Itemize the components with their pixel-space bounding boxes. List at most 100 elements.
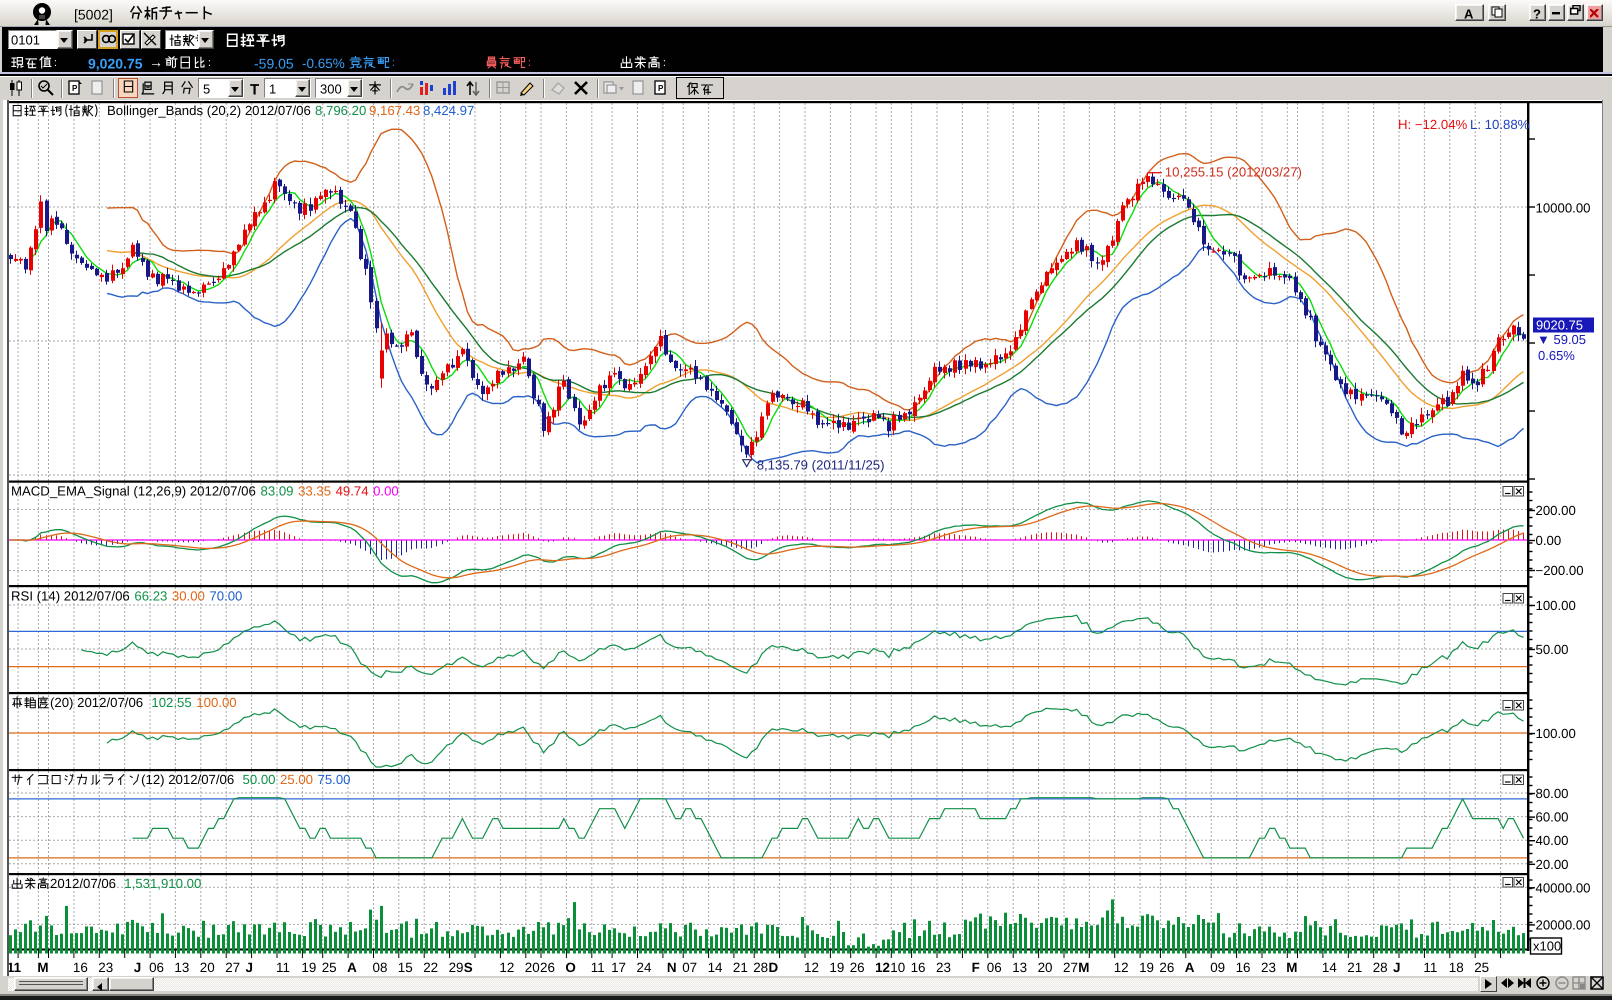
svg-text:11: 11 [1423, 960, 1437, 975]
svg-text:100.00: 100.00 [1536, 598, 1576, 613]
svg-text:100.00: 100.00 [1536, 726, 1576, 741]
svg-text:D: D [769, 960, 779, 975]
svg-text:30.00: 30.00 [172, 588, 205, 603]
svg-text:5: 5 [203, 82, 210, 97]
svg-text:0.65%: 0.65% [1538, 348, 1575, 363]
svg-text:14: 14 [708, 960, 723, 975]
svg-text:M: M [1286, 960, 1297, 975]
svg-text:0101: 0101 [11, 33, 40, 48]
svg-text:2012/07/06: 2012/07/06 [50, 876, 116, 891]
svg-text:9,020.75: 9,020.75 [88, 56, 143, 72]
svg-text:8,135.79 (2011/11/25): 8,135.79 (2011/11/25) [757, 458, 885, 473]
svg-text:?: ? [1533, 7, 1541, 22]
svg-text:49.74: 49.74 [336, 483, 369, 498]
svg-text:12: 12 [875, 960, 890, 975]
svg-text:21: 21 [733, 960, 748, 975]
svg-text:19: 19 [301, 960, 316, 975]
svg-text:Bollinger_Bands (20,2) 2012/07: Bollinger_Bands (20,2) 2012/07/06 [107, 103, 311, 118]
svg-text:11: 11 [7, 960, 22, 975]
svg-text:10,255.15 (2012/03/27): 10,255.15 (2012/03/27) [1165, 165, 1302, 180]
svg-text:1,531,910.00: 1,531,910.00 [124, 876, 201, 891]
svg-text:S: S [464, 960, 473, 975]
svg-text:J: J [1393, 960, 1400, 975]
svg-text:20000.00: 20000.00 [1536, 917, 1591, 932]
svg-text:M: M [1078, 960, 1089, 975]
svg-text:M: M [37, 960, 48, 975]
svg-text:09: 09 [1210, 960, 1225, 975]
svg-text:RSI (14) 2012/07/06: RSI (14) 2012/07/06 [11, 588, 130, 603]
svg-text:20: 20 [1038, 960, 1053, 975]
svg-text:10: 10 [890, 960, 905, 975]
svg-text:9,167.43: 9,167.43 [369, 103, 420, 118]
svg-text:0.00: 0.00 [1536, 533, 1562, 548]
svg-text:−200.00: −200.00 [1536, 563, 1584, 578]
svg-text:▼ 59.05: ▼ 59.05 [1537, 332, 1586, 347]
svg-text:x100: x100 [1533, 939, 1561, 954]
svg-text:-59.05: -59.05 [254, 56, 294, 72]
svg-text:10000.00: 10000.00 [1536, 201, 1591, 216]
svg-text:28: 28 [753, 960, 768, 975]
svg-text:17: 17 [611, 960, 626, 975]
svg-text:(20) 2012/07/06: (20) 2012/07/06 [50, 695, 143, 710]
svg-text:24: 24 [637, 960, 652, 975]
svg-text:T: T [250, 82, 259, 99]
svg-text:9020.75: 9020.75 [1536, 318, 1583, 333]
svg-text:19: 19 [1139, 960, 1154, 975]
svg-text:16: 16 [73, 960, 88, 975]
svg-text:O: O [565, 960, 575, 975]
svg-text:A: A [347, 960, 357, 975]
svg-text:F: F [972, 960, 980, 975]
svg-text:0.00: 0.00 [373, 483, 399, 498]
svg-text:MACD_EMA_Signal (12,26,9) 2012: MACD_EMA_Signal (12,26,9) 2012/07/06 [11, 483, 256, 498]
svg-text:A: A [1464, 7, 1474, 22]
svg-text:70.00: 70.00 [209, 588, 242, 603]
svg-text:25: 25 [1474, 960, 1489, 975]
svg-text:20: 20 [200, 960, 215, 975]
svg-text:200.00: 200.00 [1536, 503, 1576, 518]
svg-text:08: 08 [373, 960, 388, 975]
svg-text:P: P [658, 84, 664, 93]
svg-text:50.00: 50.00 [1536, 642, 1569, 657]
svg-text:23: 23 [936, 960, 951, 975]
svg-text:12: 12 [804, 960, 819, 975]
svg-text:07: 07 [682, 960, 697, 975]
svg-text:23: 23 [98, 960, 113, 975]
svg-text:25.00: 25.00 [280, 772, 313, 787]
svg-text:8,796.20: 8,796.20 [315, 103, 366, 118]
svg-text:300: 300 [320, 82, 342, 97]
svg-text:13: 13 [174, 960, 189, 975]
svg-text:8,424.97: 8,424.97 [423, 103, 474, 118]
svg-text:27: 27 [225, 960, 240, 975]
svg-text:N: N [667, 960, 677, 975]
svg-text:(12) 2012/07/06: (12) 2012/07/06 [141, 772, 234, 787]
svg-text:80.00: 80.00 [1536, 786, 1569, 801]
svg-text:H: −12.04%: H: −12.04% [1398, 117, 1468, 132]
svg-text:L: 10.88%: L: 10.88% [1470, 117, 1530, 132]
svg-text:22: 22 [423, 960, 438, 975]
svg-text:75.00: 75.00 [318, 772, 351, 787]
svg-text:19: 19 [829, 960, 844, 975]
svg-text:16: 16 [911, 960, 926, 975]
svg-text:33.35: 33.35 [298, 483, 331, 498]
svg-text:06: 06 [987, 960, 1002, 975]
svg-text:-0.65%: -0.65% [302, 56, 345, 71]
svg-text:60.00: 60.00 [1536, 810, 1569, 825]
svg-text:83.09: 83.09 [261, 483, 294, 498]
svg-text:21: 21 [1347, 960, 1362, 975]
svg-text:11: 11 [591, 960, 605, 975]
svg-text:06: 06 [149, 960, 164, 975]
svg-text:1: 1 [269, 82, 276, 97]
svg-text:28: 28 [1373, 960, 1388, 975]
svg-text:J: J [246, 960, 253, 975]
svg-text:13: 13 [1012, 960, 1027, 975]
svg-text:[5002]: [5002] [74, 7, 113, 23]
svg-text:40000.00: 40000.00 [1536, 880, 1591, 895]
svg-text:20: 20 [525, 960, 540, 975]
svg-text:16: 16 [1236, 960, 1251, 975]
svg-text:15: 15 [398, 960, 413, 975]
svg-text:102.55: 102.55 [151, 695, 191, 710]
svg-text:A: A [1185, 960, 1195, 975]
svg-text:100.00: 100.00 [196, 695, 236, 710]
svg-text:29: 29 [449, 960, 464, 975]
svg-text:18: 18 [1449, 960, 1464, 975]
